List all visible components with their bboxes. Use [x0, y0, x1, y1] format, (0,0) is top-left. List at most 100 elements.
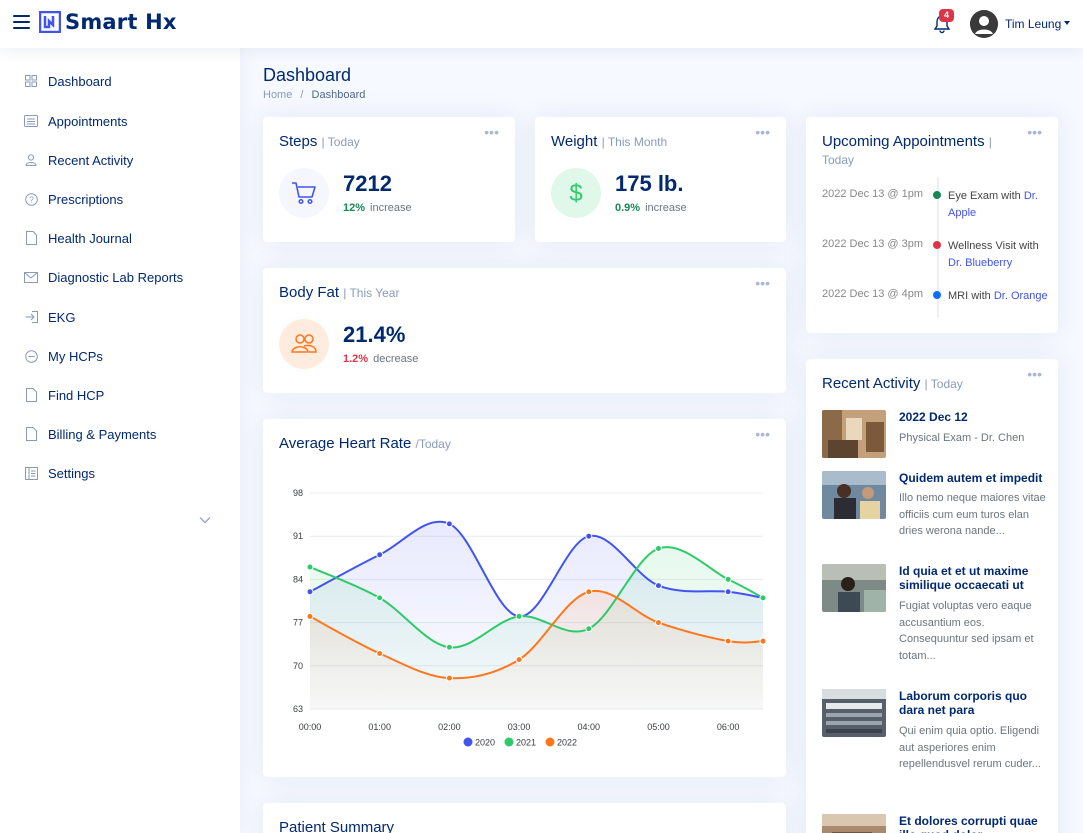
data-point [724, 588, 732, 596]
x-tick-label: 06:00 [717, 722, 740, 732]
steps-icon-circle [279, 168, 329, 218]
dash-circle-icon [24, 349, 38, 363]
heart-rate-chart[interactable]: 63 70 77 84 91 98 00:00 01:00 02:00 03:00 04:00 05:… [263, 419, 786, 777]
grid-icon [24, 74, 38, 88]
legend-label: 2022 [557, 738, 577, 748]
data-point [585, 532, 593, 540]
card-title-text: Steps [279, 133, 318, 150]
appointments-card: ••• Upcoming Appointments | Today 2022 D… [806, 117, 1058, 333]
activity-title: Id quia et et ut maxime similique occaec… [899, 564, 1029, 592]
card-title-text: Upcoming Appointments [822, 133, 985, 150]
more-options-icon[interactable]: ••• [484, 125, 499, 139]
sidebar-item-my-hcps[interactable]: My HCPs [24, 344, 224, 368]
activity-description: Qui enim quia optio. Eligendi aut asperi… [899, 725, 1041, 770]
x-tick-label: 05:00 [647, 722, 670, 732]
card-period: | This Month [601, 135, 668, 149]
recent-activity-card: ••• Recent Activity | Today 2022 Dec 12 … [806, 359, 1058, 833]
sidebar-item-label: Diagnostic Lab Reports [48, 269, 184, 285]
chevron-down-icon[interactable] [199, 514, 211, 526]
weight-card: ••• Weight | This Month $ 175 lb. 0.9% in… [535, 117, 786, 242]
sidebar-item-ekg[interactable]: EKG [24, 305, 224, 329]
top-header: Smart Hx 4 Tim Leung [0, 0, 1083, 48]
breadcrumb: Home / Dashboard [263, 89, 365, 101]
breadcrumb-home[interactable]: Home [263, 89, 292, 101]
card-title: Upcoming Appointments | Today [822, 133, 1022, 169]
svg-text:?: ? [29, 195, 34, 204]
sidebar-item-health-journal[interactable]: Health Journal [24, 226, 224, 250]
menu-toggle-icon[interactable] [13, 15, 30, 31]
legend-marker [463, 737, 473, 747]
sidebar-item-prescriptions[interactable]: ? Prescriptions [24, 187, 224, 211]
sidebar-item-label: Dashboard [48, 73, 112, 89]
card-period-separator: | [988, 135, 992, 149]
file-icon [24, 388, 38, 402]
activity-thumbnail [822, 410, 886, 458]
data-point [515, 612, 523, 620]
data-point [306, 612, 314, 620]
card-title-text: Body Fat [279, 284, 340, 301]
question-circle-icon: ? [24, 192, 38, 206]
user-name[interactable]: Tim Leung [1005, 17, 1061, 31]
activity-title: Laborum corporis quo dara net para [899, 689, 1028, 717]
legend-marker [504, 737, 514, 747]
weight-value: 175 lb. [615, 171, 684, 196]
data-point [585, 625, 593, 633]
sidebar-item-find-hcp[interactable]: Find HCP [24, 383, 224, 407]
breadcrumb-current: Dashboard [311, 89, 366, 101]
sidebar-item-appointments[interactable]: Appointments [24, 109, 224, 133]
data-point [759, 637, 767, 645]
data-point [759, 594, 767, 602]
more-options-icon[interactable]: ••• [755, 276, 770, 290]
x-tick-label: 03:00 [508, 722, 531, 732]
heart-rate-card: ••• Average Heart Rate /Today 63 70 77 84 91… [263, 419, 786, 777]
app-logo[interactable]: Smart Hx [39, 10, 177, 34]
activity-title: 2022 Dec 12 [899, 410, 968, 424]
more-options-icon[interactable]: ••• [1027, 125, 1042, 139]
breadcrumb-separator: / [300, 89, 304, 101]
y-tick-label: 63 [293, 704, 303, 714]
user-dropdown-caret-icon[interactable] [1064, 21, 1070, 25]
more-options-icon[interactable]: ••• [755, 125, 770, 139]
data-point [724, 637, 732, 645]
cart-icon [292, 182, 316, 205]
legend-marker [545, 737, 555, 747]
card-title: Weight | This Month [551, 133, 667, 150]
body-fat-value: 21.4% [343, 322, 406, 347]
people-icon [291, 334, 317, 353]
y-tick-label: 98 [293, 488, 303, 498]
sidebar-item-label: Find HCP [48, 387, 105, 403]
activity-description: Illo nemo neque maiores vitae officiis c… [899, 492, 1046, 537]
body-fat-trend: decrease [373, 353, 419, 365]
user-avatar[interactable] [970, 10, 998, 38]
notification-badge: 4 [939, 9, 954, 22]
card-title: Steps | Today [279, 133, 360, 150]
data-point [515, 656, 523, 664]
card-period: Today [822, 153, 855, 167]
weight-icon-circle: $ [551, 168, 601, 218]
activity-thumbnail [822, 471, 886, 519]
data-point [654, 545, 662, 553]
data-point [306, 563, 314, 571]
more-options-icon[interactable]: ••• [1027, 367, 1042, 381]
doctor-link[interactable]: Dr. Blueberry [948, 257, 1012, 269]
layout-text-icon [24, 466, 38, 480]
appointment-time: 2022 Dec 13 @ 3pm [822, 238, 924, 250]
x-tick-label: 01:00 [368, 722, 391, 732]
card-title: Body Fat | This Year [279, 284, 399, 301]
body-fat-icon-circle [279, 319, 329, 369]
steps-percent: 12% [343, 202, 366, 214]
sidebar-item-label: Billing & Payments [48, 426, 157, 442]
data-point [445, 674, 453, 682]
card-period: | Today [321, 135, 360, 149]
box-arrow-in-icon [24, 310, 38, 324]
activity-description: Physical Exam - Dr. Chen [899, 432, 1025, 444]
dollar-icon: $ [569, 180, 582, 206]
sidebar-item-settings[interactable]: Settings [24, 461, 224, 485]
doctor-link[interactable]: Dr. Orange [994, 290, 1048, 302]
sidebar-item-diagnostic-lab-reports[interactable]: Diagnostic Lab Reports [24, 265, 224, 289]
data-point [445, 643, 453, 651]
sidebar-item-recent-activity[interactable]: Recent Activity [24, 148, 224, 172]
sidebar-item-dashboard[interactable]: Dashboard [24, 69, 224, 93]
sidebar-item-billing-payments[interactable]: Billing & Payments [24, 422, 224, 446]
sidebar-item-label: Prescriptions [48, 191, 124, 207]
